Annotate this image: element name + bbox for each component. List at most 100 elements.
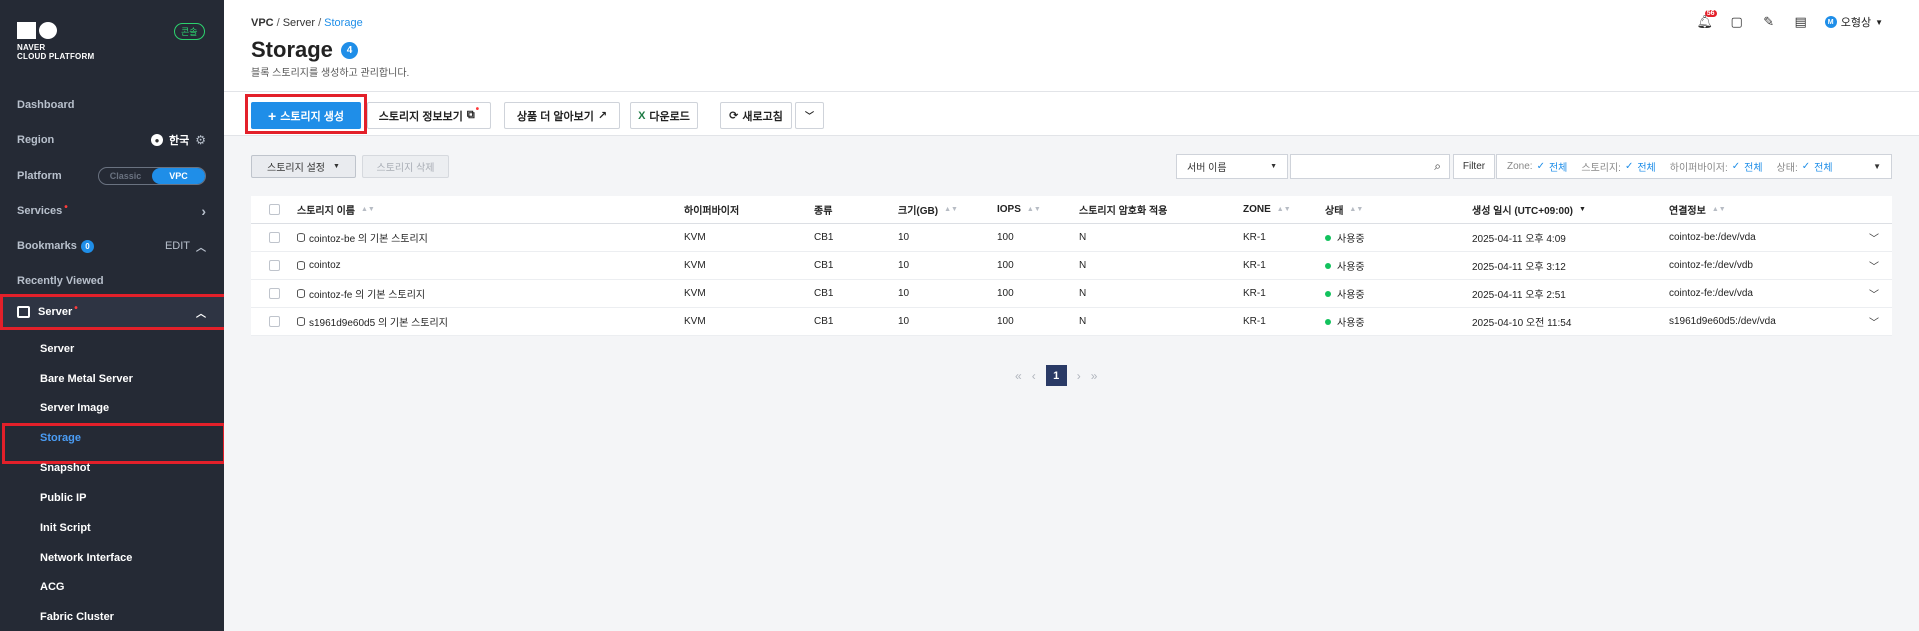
- search-field-select[interactable]: 서버 이름 ▼: [1176, 154, 1288, 179]
- status-dot-icon: [1325, 318, 1331, 325]
- storage-info-button[interactable]: 스토리지 정보보기 ⧉ •: [367, 102, 491, 129]
- status-dot-icon: [1325, 290, 1331, 297]
- delete-storage-button[interactable]: 스토리지 삭제: [362, 155, 449, 178]
- filter-button[interactable]: Filter: [1453, 154, 1495, 179]
- page-number-current[interactable]: 1: [1045, 365, 1067, 386]
- cell-created: 2025-04-10 오전 11:54: [1472, 318, 1572, 329]
- disk-icon: [297, 289, 305, 298]
- book-icon[interactable]: ▤: [1793, 14, 1809, 30]
- sidebar-item-public-ip[interactable]: Public IP: [40, 492, 86, 510]
- chevron-up-icon[interactable]: ︿: [196, 239, 206, 254]
- more-actions-button[interactable]: ﹀: [795, 102, 824, 129]
- logo-line2: CLOUD PLATFORM: [17, 52, 95, 61]
- table-row[interactable]: cointoz-be 의 기본 스토리지 KVM CB1 10 100 N KR…: [251, 224, 1892, 252]
- nav-bookmarks[interactable]: Bookmarks 0 EDIT ︿: [0, 231, 224, 261]
- platform-toggle[interactable]: Classic VPC: [98, 167, 206, 185]
- cell-name: s1961d9e60d5 의 기본 스토리지: [309, 318, 448, 329]
- disk-icon: [297, 317, 305, 326]
- cell-iops: 100: [997, 232, 1014, 243]
- row-checkbox[interactable]: [269, 232, 280, 243]
- check-icon: ✓: [1801, 161, 1811, 172]
- platform-option-vpc[interactable]: VPC: [152, 168, 205, 184]
- cell-hypervisor: KVM: [684, 316, 706, 327]
- new-dot-icon: •: [64, 201, 68, 213]
- breadcrumb-server[interactable]: Server: [283, 17, 315, 29]
- nav-recently-viewed[interactable]: Recently Viewed: [0, 266, 224, 296]
- ncp-logo[interactable]: NAVER CLOUD PLATFORM: [17, 22, 94, 61]
- sidebar-item-bare-metal-server[interactable]: Bare Metal Server: [40, 373, 133, 391]
- sidebar-item-fabric-cluster[interactable]: Fabric Cluster: [40, 611, 114, 629]
- caret-down-icon[interactable]: ▼: [1873, 162, 1881, 171]
- col-header-encryption: 스토리지 암호화 적용: [1079, 206, 1168, 217]
- expand-chevron-icon[interactable]: ﹀: [1869, 314, 1879, 329]
- platform-option-classic[interactable]: Classic: [99, 168, 152, 184]
- disk-icon: [297, 233, 305, 242]
- search-field-select-value: 서버 이름: [1187, 163, 1227, 174]
- refresh-button[interactable]: ⟳ 새로고침: [720, 102, 792, 129]
- table-row[interactable]: cointoz KVM CB1 10 100 N KR-1 사용중 2025-0…: [251, 252, 1892, 280]
- sidebar-item-network-interface[interactable]: Network Interface: [40, 552, 132, 570]
- learn-more-button[interactable]: 상품 더 알아보기 ↗: [504, 102, 620, 129]
- last-page-icon[interactable]: »: [1091, 369, 1098, 383]
- col-header-type: 종류: [814, 206, 833, 217]
- chevron-right-icon: ›: [201, 203, 206, 219]
- nav-dashboard-label: Dashboard: [17, 99, 75, 111]
- row-checkbox[interactable]: [269, 288, 280, 299]
- cell-status: 사용중: [1337, 262, 1365, 273]
- expand-chevron-icon[interactable]: ﹀: [1869, 230, 1879, 245]
- sidebar: NAVER CLOUD PLATFORM 콘솔 Dashboard Region…: [0, 0, 227, 631]
- row-checkbox[interactable]: [269, 260, 280, 271]
- nav-region[interactable]: Region ● 한국 ⚙: [0, 125, 224, 155]
- cell-connection: cointoz-fe:/dev/vdb: [1669, 260, 1753, 271]
- col-header-status[interactable]: 상태 ▲▼: [1325, 196, 1363, 223]
- filter-chips[interactable]: Zone: ✓ 전체 스토리지: ✓ 전체 하이퍼바이저: ✓ 전체 상태: ✓ 전체 ▼: [1496, 154, 1892, 179]
- gear-icon[interactable]: ⚙: [195, 133, 206, 147]
- nav-recently-viewed-label: Recently Viewed: [17, 275, 104, 287]
- next-page-icon[interactable]: ›: [1077, 369, 1081, 383]
- col-header-zone[interactable]: ZONE ▲▼: [1243, 196, 1291, 223]
- sidebar-item-server-image[interactable]: Server Image: [40, 402, 109, 420]
- cell-type: CB1: [814, 232, 834, 243]
- select-all-checkbox[interactable]: [269, 204, 280, 215]
- col-header-connection[interactable]: 연결정보 ▲▼: [1669, 196, 1726, 223]
- prev-page-icon[interactable]: ‹: [1032, 369, 1036, 383]
- table-row[interactable]: cointoz-fe 의 기본 스토리지 KVM CB1 10 100 N KR…: [251, 280, 1892, 308]
- breadcrumb: VPC / Server / Storage: [251, 17, 363, 29]
- storage-settings-button[interactable]: 스토리지 설정 ▼: [251, 155, 356, 178]
- cell-type: CB1: [814, 288, 834, 299]
- search-input[interactable]: ⌕: [1290, 154, 1450, 179]
- chat-icon[interactable]: ▢: [1729, 14, 1745, 30]
- breadcrumb-vpc[interactable]: VPC: [251, 17, 274, 29]
- main-content: VPC / Server / Storage Storage 4 블록 스토리지를 생성…: [224, 0, 1919, 631]
- nav-services[interactable]: Services • ›: [0, 196, 224, 226]
- sidebar-item-server[interactable]: Server: [40, 343, 74, 361]
- sidebar-item-init-script[interactable]: Init Script: [40, 522, 91, 540]
- nav-dashboard[interactable]: Dashboard: [0, 90, 224, 120]
- cell-connection: cointoz-fe:/dev/vda: [1669, 288, 1753, 299]
- page-description: 블록 스토리지를 생성하고 관리합니다.: [251, 68, 410, 79]
- table-row[interactable]: s1961d9e60d5 의 기본 스토리지 KVM CB1 10 100 N …: [251, 308, 1892, 336]
- nav-platform: Platform Classic VPC: [0, 161, 224, 191]
- bookmarks-edit-button[interactable]: EDIT: [165, 240, 190, 252]
- logo-line1: NAVER: [17, 43, 46, 52]
- user-menu[interactable]: M 오형상 ▼: [1824, 14, 1883, 30]
- col-header-name[interactable]: 스토리지 이름 ▲▼: [297, 196, 375, 223]
- refresh-label: 새로고침: [742, 110, 783, 123]
- first-page-icon[interactable]: «: [1015, 369, 1022, 383]
- download-button[interactable]: X 다운로드: [630, 102, 698, 129]
- search-icon[interactable]: ⌕: [1434, 159, 1441, 174]
- console-badge[interactable]: 콘솔: [174, 23, 205, 40]
- expand-chevron-icon[interactable]: ﹀: [1869, 286, 1879, 301]
- notification-count-badge: 56: [1704, 10, 1717, 17]
- col-header-size[interactable]: 크기(GB) ▲▼: [898, 196, 958, 223]
- col-header-iops[interactable]: IOPS ▲▼: [997, 196, 1041, 223]
- excel-icon: X: [638, 109, 646, 122]
- expand-chevron-icon[interactable]: ﹀: [1869, 258, 1879, 273]
- row-checkbox[interactable]: [269, 316, 280, 327]
- sort-icon: ▲▼: [1711, 206, 1726, 213]
- col-header-created[interactable]: 생성 일시 (UTC+09:00) ▼: [1472, 196, 1586, 223]
- edit-note-icon[interactable]: ✎: [1761, 14, 1777, 30]
- sidebar-item-snapshot[interactable]: Snapshot: [40, 462, 90, 480]
- bell-icon[interactable]: 🔔︎ 56: [1696, 10, 1717, 30]
- sidebar-item-acg[interactable]: ACG: [40, 581, 64, 599]
